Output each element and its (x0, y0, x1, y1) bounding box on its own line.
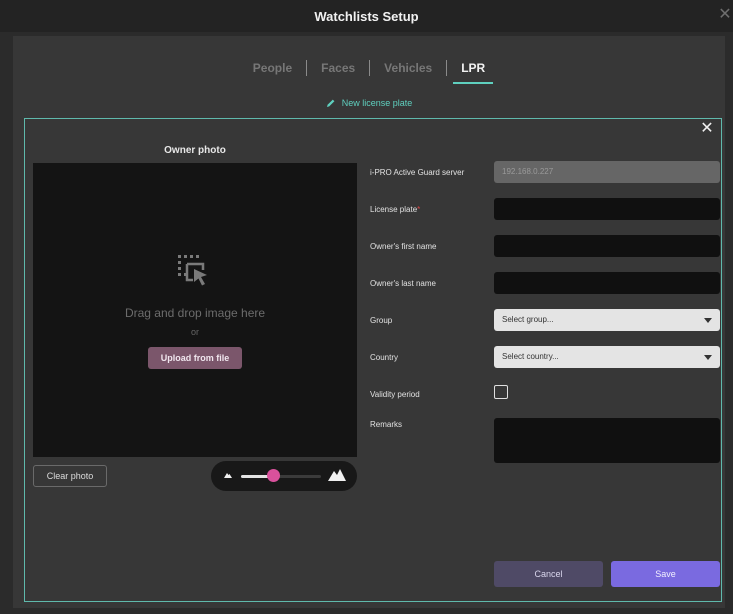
cancel-button[interactable]: Cancel (494, 561, 603, 587)
close-icon[interactable]: ✕ (699, 121, 715, 137)
remarks-textarea[interactable] (494, 418, 720, 463)
validity-period-checkbox[interactable] (494, 385, 508, 399)
new-license-plate-header: New license plate (13, 98, 725, 108)
license-plate-label-text: License plate (370, 205, 418, 214)
save-button[interactable]: Save (611, 561, 720, 587)
tab-faces[interactable]: Faces (309, 58, 367, 78)
first-name-label: Owner's first name (370, 242, 437, 251)
server-field: 192.168.0.227 (494, 161, 720, 183)
clear-photo-button[interactable]: Clear photo (33, 465, 107, 487)
watchlists-panel: People Faces Vehicles LPR New license pl… (13, 36, 725, 608)
upload-from-file-button[interactable]: Upload from file (148, 347, 242, 369)
last-name-input[interactable] (494, 272, 720, 294)
tab-divider (369, 60, 371, 76)
license-plate-label: License plate* (370, 205, 420, 214)
tab-bar: People Faces Vehicles LPR (13, 56, 725, 84)
zoom-thumb[interactable] (266, 469, 280, 482)
owner-photo-title: Owner photo (164, 145, 226, 156)
country-select[interactable]: Select country... (494, 346, 720, 368)
zoom-in-icon[interactable] (328, 469, 346, 481)
title-bar: Watchlists Setup ✕ (0, 0, 733, 32)
drop-instructions: Drag and drop image here (124, 306, 266, 320)
country-select-value: Select country... (502, 352, 559, 361)
chevron-down-icon (704, 355, 712, 360)
window-title: Watchlists Setup (314, 8, 419, 24)
drop-or-text: or (190, 327, 199, 337)
remarks-label: Remarks (370, 420, 403, 429)
tab-people[interactable]: People (241, 58, 304, 78)
group-select[interactable]: Select group... (494, 309, 720, 331)
group-select-value: Select group... (502, 315, 554, 324)
zoom-out-icon[interactable] (224, 472, 232, 478)
license-plate-input[interactable] (494, 198, 720, 220)
drop-image-icon (178, 255, 207, 286)
subheader-label: New license plate (341, 98, 413, 108)
tab-lpr[interactable]: LPR (449, 58, 497, 84)
first-name-input[interactable] (494, 235, 720, 257)
license-plate-dialog: ✕ Owner photo Drag and drop image here o… (24, 118, 722, 602)
window-close-icon[interactable]: ✕ (717, 6, 733, 24)
group-label: Group (370, 316, 393, 325)
country-label: Country (370, 353, 399, 362)
validity-period-label: Validity period (370, 390, 420, 399)
pencil-icon (326, 99, 335, 107)
required-marker: * (417, 205, 421, 214)
photo-drop-zone[interactable]: Drag and drop image here or Upload from … (33, 163, 357, 457)
chevron-down-icon (704, 318, 712, 323)
last-name-label: Owner's last name (370, 279, 436, 288)
server-label: i-PRO Active Guard server (370, 168, 465, 177)
tab-vehicles[interactable]: Vehicles (372, 58, 444, 78)
tab-divider (446, 60, 448, 76)
zoom-slider[interactable] (211, 461, 357, 491)
tab-divider (306, 60, 308, 76)
